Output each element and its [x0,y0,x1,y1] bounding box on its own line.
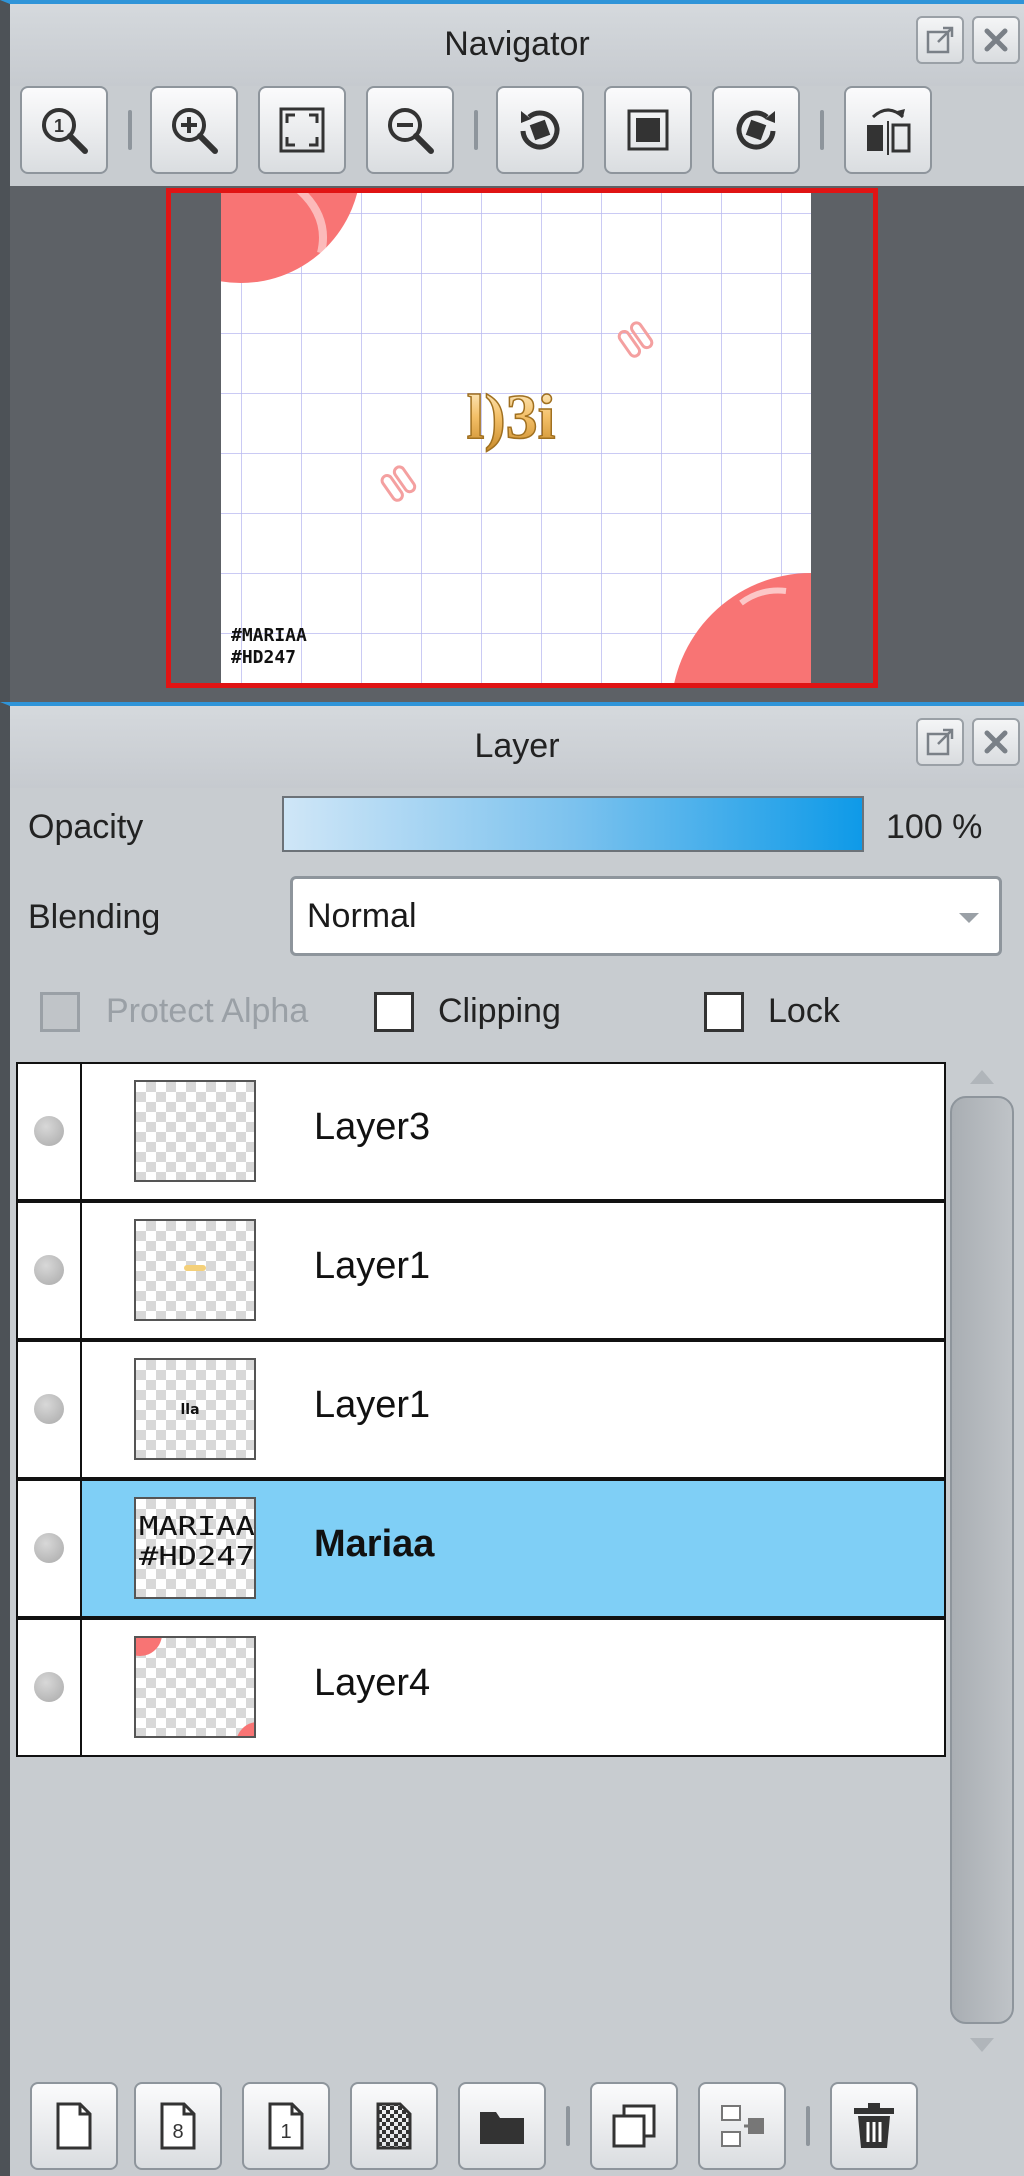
navigator-preview-area: l)3i #MARIAA #HD247 [10,186,1024,702]
layer-name: Layer1 [314,1245,431,1287]
visibility-dot-icon [34,1255,64,1285]
blending-value: Normal [307,897,417,935]
rotate-right-icon[interactable] [712,86,800,174]
visibility-dot-icon [34,1394,64,1424]
artwork-preview: l)3i #MARIAA #HD247 [221,193,811,683]
lock-checkbox[interactable] [704,992,744,1032]
popout-icon[interactable] [916,16,964,64]
scroll-up-icon[interactable] [970,1070,994,1084]
close-icon[interactable] [972,718,1020,766]
layer-row[interactable]: Layer4 [16,1618,946,1757]
blending-label: Blending [28,898,161,936]
thumb-line2: #HD247 [139,1542,255,1572]
chevron-down-icon [959,913,979,923]
new-8bit-layer-icon[interactable]: 8 [134,2082,222,2170]
visibility-dot-icon [34,1116,64,1146]
svg-text:1: 1 [54,116,64,136]
viewport-frame[interactable]: l)3i #MARIAA #HD247 [166,188,878,688]
canvas-preview: l)3i #MARIAA #HD247 [221,193,811,683]
reset-rotation-icon[interactable] [604,86,692,174]
opacity-value: 100 % [886,808,983,846]
new-1bit-layer-icon[interactable]: 1 [242,2082,330,2170]
visibility-toggle[interactable] [18,1342,82,1477]
layer-title-bar: Layer [0,702,1024,788]
zoom-actual-size-icon[interactable]: 1 [20,86,108,174]
layer-name: Layer1 [314,1384,431,1426]
duplicate-layer-icon[interactable] [590,2082,678,2170]
new-layer-icon[interactable] [30,2082,118,2170]
visibility-toggle[interactable] [18,1481,82,1616]
artwork-text: l)3i [467,381,556,452]
navigator-title: Navigator [444,25,590,63]
layer-title: Layer [474,727,560,765]
thumb-text: lla [180,1402,199,1418]
new-halftone-layer-icon[interactable] [350,2082,438,2170]
merge-down-icon[interactable] [698,2082,786,2170]
navigator-toolbar: 1 [10,86,1024,186]
navigator-title-bar: Navigator [0,0,1024,86]
layer-row-selected[interactable]: MARIAA #HD247 Mariaa [16,1479,946,1618]
layer-scrollbar[interactable] [950,1062,1016,2062]
clipping-label: Clipping [438,992,561,1030]
delete-layer-icon[interactable] [830,2082,918,2170]
layer-thumbnail [134,1080,256,1182]
layer-thumbnail: lla [134,1358,256,1460]
zoom-in-icon[interactable] [150,86,238,174]
layer-name: Layer3 [314,1106,431,1148]
scroll-down-icon[interactable] [970,2038,994,2052]
layer-thumbnail [134,1219,256,1321]
popout-icon[interactable] [916,718,964,766]
visibility-toggle[interactable] [18,1620,82,1755]
new-folder-icon[interactable] [458,2082,546,2170]
scroll-thumb[interactable] [950,1096,1014,2024]
protect-alpha-checkbox[interactable] [40,992,80,1032]
layer-list: Layer3 Layer1 lla Layer1 MARIAA #HD247 M… [16,1062,946,1757]
rotate-left-icon[interactable] [496,86,584,174]
layer-row[interactable]: lla Layer1 [16,1340,946,1479]
layer-thumbnail [134,1636,256,1738]
visibility-dot-icon [34,1533,64,1563]
layer-name: Mariaa [314,1523,435,1565]
layer-row[interactable]: Layer1 [16,1201,946,1340]
close-icon[interactable] [972,16,1020,64]
layer-row[interactable]: Layer3 [16,1062,946,1201]
svg-text:1: 1 [280,2121,291,2143]
watermark-line1: #MARIAA [231,625,307,646]
fit-to-window-icon[interactable] [258,86,346,174]
visibility-dot-icon [34,1672,64,1702]
svg-text:8: 8 [172,2121,183,2143]
protect-alpha-label: Protect Alpha [106,992,309,1030]
visibility-toggle[interactable] [18,1064,82,1199]
flip-horizontal-icon[interactable] [844,86,932,174]
clipping-checkbox[interactable] [374,992,414,1032]
layer-name: Layer4 [314,1662,431,1704]
opacity-label: Opacity [28,808,144,846]
blending-select[interactable]: Normal [290,876,1002,956]
layer-thumbnail: MARIAA #HD247 [134,1497,256,1599]
zoom-out-icon[interactable] [366,86,454,174]
watermark-line2: #HD247 [231,647,296,668]
lock-label: Lock [768,992,840,1030]
visibility-toggle[interactable] [18,1203,82,1338]
layer-bottom-toolbar: 8 1 [10,2068,1024,2176]
opacity-slider[interactable] [282,796,864,852]
thumb-line1: MARIAA [139,1512,255,1542]
